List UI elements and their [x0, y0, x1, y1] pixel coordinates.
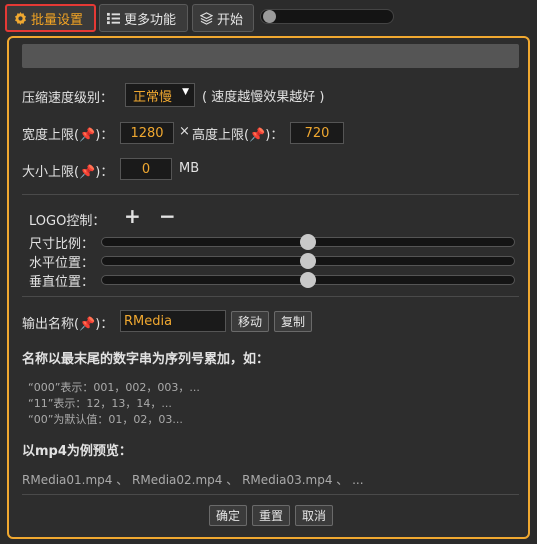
naming-rule-text: 名称以最末尾的数字串为序列号累加，如： — [22, 352, 270, 367]
top-slider-knob[interactable] — [263, 10, 276, 23]
height-limit-label: 高度上限(📌)： — [192, 128, 284, 143]
move-button[interactable]: 移动 — [231, 311, 269, 332]
logo-vertical-slider[interactable] — [101, 272, 515, 288]
compression-selected: 正常慢 — [133, 89, 173, 105]
example-line-1: “000”表示：001，002，003，... — [28, 381, 200, 394]
times-sign: × — [179, 124, 190, 139]
logo-remove-button[interactable]: − — [159, 204, 176, 228]
compression-select[interactable]: 正常慢 ▼ — [125, 83, 195, 107]
list-icon — [106, 11, 120, 25]
reset-button[interactable]: 重置 — [252, 505, 290, 526]
more-functions-label: 更多功能 — [124, 12, 177, 28]
size-unit: MB — [179, 161, 200, 176]
logo-control-label: LOGO控制： — [29, 214, 106, 229]
batch-settings-panel: 压缩速度级别： 正常慢 ▼ ( 速度越慢效果越好 ) 宽度上限(📌)： 1280… — [7, 36, 530, 539]
preview-text: RMedia01.mp4 、 RMedia02.mp4 、 RMedia03.m… — [22, 473, 364, 487]
slider-thumb[interactable] — [300, 272, 316, 288]
logo-vertical-label: 垂直位置： — [29, 275, 95, 290]
logo-add-button[interactable]: + — [124, 204, 141, 228]
panel-header-bar — [22, 44, 519, 68]
pin-icon: 📌 — [249, 128, 266, 143]
height-limit-input[interactable]: 720 — [290, 122, 344, 144]
output-name-label: 输出名称(📌)： — [22, 317, 114, 332]
batch-settings-label: 批量设置 — [31, 12, 84, 28]
ok-button[interactable]: 确定 — [209, 505, 247, 526]
dropdown-arrow-icon: ▼ — [182, 87, 189, 97]
compression-label: 压缩速度级别： — [22, 91, 114, 106]
logo-scale-slider[interactable] — [101, 234, 515, 250]
slider-thumb[interactable] — [300, 253, 316, 269]
start-button[interactable]: 开始 — [192, 4, 254, 32]
example-line-3: “00”为默认值：01，02，03... — [28, 413, 183, 426]
size-limit-input[interactable]: 0 — [120, 158, 172, 180]
more-functions-button[interactable]: 更多功能 — [99, 4, 188, 32]
cancel-button[interactable]: 取消 — [295, 505, 333, 526]
width-limit-input[interactable]: 1280 — [120, 122, 174, 144]
gear-icon — [13, 11, 27, 25]
pin-icon: 📌 — [79, 317, 96, 332]
batch-settings-button[interactable]: 批量设置 — [5, 4, 96, 32]
layers-icon — [199, 11, 213, 25]
top-progress-slider[interactable] — [260, 9, 394, 24]
example-line-2: “11”表示：12，13，14，... — [28, 397, 172, 410]
size-limit-label: 大小上限(📌)： — [22, 165, 114, 180]
divider — [22, 194, 519, 195]
compression-hint: ( 速度越慢效果越好 ) — [202, 90, 325, 105]
pin-icon: 📌 — [79, 128, 96, 143]
logo-horizontal-slider[interactable] — [101, 253, 515, 269]
preview-title: 以mp4为例预览： — [22, 444, 132, 459]
logo-scale-label: 尺寸比例： — [29, 237, 95, 252]
start-label: 开始 — [217, 12, 244, 28]
logo-horizontal-label: 水平位置： — [29, 256, 95, 271]
pin-icon: 📌 — [79, 165, 96, 180]
width-limit-label: 宽度上限(📌)： — [22, 128, 114, 143]
divider — [22, 494, 519, 495]
output-name-input[interactable]: RMedia — [120, 310, 226, 332]
copy-button[interactable]: 复制 — [274, 311, 312, 332]
divider — [22, 296, 519, 297]
slider-thumb[interactable] — [300, 234, 316, 250]
